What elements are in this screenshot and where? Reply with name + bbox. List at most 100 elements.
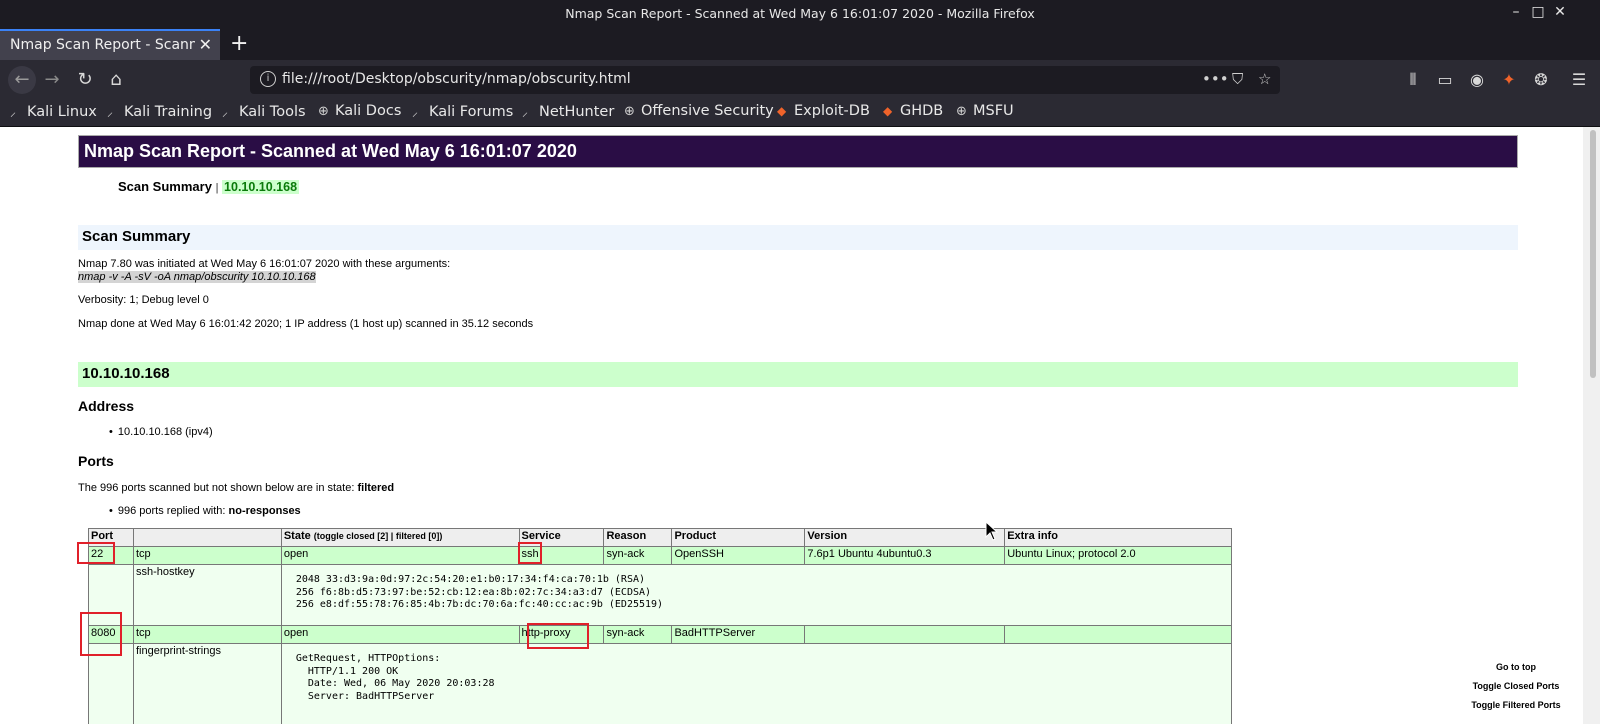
bookmark-kali-linux[interactable]: ⸝ Kali Linux bbox=[10, 103, 97, 120]
version-cell bbox=[804, 625, 1006, 644]
ports-reply-text: 996 ports replied with: bbox=[117, 505, 226, 517]
page-actions-icon[interactable]: ••• bbox=[1202, 70, 1229, 88]
menu-hamburger-icon[interactable]: ☰ bbox=[1568, 70, 1590, 89]
menu-separator: | bbox=[215, 182, 219, 194]
close-window-icon[interactable]: ✕ bbox=[1550, 4, 1570, 20]
menu-host-link[interactable]: 10.10.10.168 bbox=[222, 180, 300, 194]
maximize-icon[interactable]: □ bbox=[1528, 4, 1548, 20]
table-row: 22 tcp open ssh syn-ack OpenSSH 7.6p1 Ub… bbox=[88, 546, 1232, 565]
bookmark-nethunter[interactable]: ⸝ NetHunter bbox=[522, 103, 614, 120]
window-titlebar: Nmap Scan Report - Scanned at Wed May 6 … bbox=[0, 0, 1600, 28]
host-title: 10.10.10.168 bbox=[82, 365, 170, 382]
script-output-cell: GetRequest, HTTPOptions: HTTP/1.1 200 OK… bbox=[280, 643, 1233, 724]
bookmark-label: NetHunter bbox=[539, 104, 615, 120]
url-text[interactable]: file:///root/Desktop/obscurity/nmap/obsc… bbox=[282, 71, 631, 87]
ports-table: Port State (toggle closed [2] | filtered… bbox=[88, 528, 1233, 724]
ports-reply-value: no-responses bbox=[228, 505, 301, 517]
tab-strip: Nmap Scan Report - Scanned at Wed May 6 … bbox=[0, 28, 1600, 60]
product-cell: OpenSSH bbox=[671, 546, 806, 565]
scan-arguments: nmap -v -A -sV -oA nmap/obscurity 10.10.… bbox=[78, 271, 316, 283]
col-reason: Reason bbox=[603, 528, 673, 547]
highlight-box-http-proxy bbox=[527, 623, 589, 649]
scrollbar-thumb[interactable] bbox=[1590, 130, 1596, 378]
col-version: Version bbox=[804, 528, 1006, 547]
home-icon[interactable]: ⌂ bbox=[104, 68, 128, 92]
bookmark-kali-forums[interactable]: ⸝ Kali Forums bbox=[412, 103, 513, 120]
script-output-cell: 2048 33:d3:9a:0d:97:2c:54:20:e1:b0:17:34… bbox=[280, 564, 1233, 626]
globe-icon: ⊕ bbox=[318, 104, 329, 119]
protocol-cell: tcp bbox=[132, 625, 282, 644]
script-output: 2048 33:d3:9a:0d:97:2c:54:20:e1:b0:17:34… bbox=[295, 574, 664, 610]
exploitdb-icon: ◆ bbox=[777, 104, 787, 118]
back-arrow-icon[interactable]: ← bbox=[8, 66, 36, 94]
sidebar-icon[interactable]: ▭ bbox=[1434, 70, 1456, 89]
ports-note: The 996 ports scanned but not shown belo… bbox=[78, 482, 394, 494]
cookie-extension-icon[interactable]: ❂ bbox=[1530, 70, 1552, 89]
script-row: ssh-hostkey 2048 33:d3:9a:0d:97:2c:54:20… bbox=[88, 564, 1233, 626]
bookmark-label: Kali Linux bbox=[27, 104, 97, 120]
col-extra-info: Extra info bbox=[1004, 528, 1232, 547]
new-tab-icon[interactable]: + bbox=[230, 31, 248, 56]
report-menu: Scan Summary | 10.10.10.168 bbox=[118, 179, 300, 194]
bookmark-kali-docs[interactable]: ⊕ Kali Docs bbox=[318, 103, 401, 119]
version-cell: 7.6p1 Ubuntu 4ubuntu0.3 bbox=[804, 546, 1006, 565]
bookmark-star-icon[interactable]: ☆ bbox=[1258, 70, 1271, 88]
url-bar[interactable]: i file:///root/Desktop/obscurity/nmap/ob… bbox=[250, 66, 1280, 94]
page-content: Nmap Scan Report - Scanned at Wed May 6 … bbox=[0, 127, 1583, 724]
address-item: 10.10.10.168 (ipv4) bbox=[109, 426, 213, 438]
kali-dragon-icon: ⸝ bbox=[222, 105, 229, 119]
bookmark-ghdb[interactable]: ◆ GHDB bbox=[883, 103, 943, 119]
protocol-cell: tcp bbox=[132, 546, 282, 565]
tab-nmap-report[interactable]: Nmap Scan Report - Scanned at Wed May 6 … bbox=[0, 29, 220, 60]
script-row: fingerprint-strings GetRequest, HTTPOpti… bbox=[88, 643, 1233, 724]
bookmark-kali-training[interactable]: ⸝ Kali Training bbox=[107, 103, 212, 120]
bookmark-offensive-security[interactable]: ⊕ Offensive Security bbox=[624, 103, 774, 119]
col-product: Product bbox=[671, 528, 806, 547]
kali-dragon-icon: ⸝ bbox=[10, 105, 17, 119]
bookmark-label: MSFU bbox=[973, 103, 1014, 119]
address-heading: Address bbox=[78, 398, 135, 414]
bookmark-msfu[interactable]: ⊕ MSFU bbox=[956, 103, 1014, 119]
bookmark-label: Kali Training bbox=[124, 104, 213, 120]
ports-heading: Ports bbox=[78, 453, 114, 469]
mouse-cursor-icon bbox=[985, 521, 999, 541]
kali-dragon-icon: ⸝ bbox=[107, 105, 114, 119]
col-state-label: State bbox=[283, 530, 311, 542]
menu-scan-summary-link[interactable]: Scan Summary bbox=[118, 179, 212, 194]
library-icon[interactable]: ⫴ bbox=[1402, 70, 1424, 90]
reason-cell: syn-ack bbox=[603, 546, 673, 565]
table-row: 8080 tcp open http-proxy syn-ack BadHTTP… bbox=[88, 625, 1232, 644]
exploitdb-icon: ◆ bbox=[883, 104, 893, 118]
bookmark-label: Offensive Security bbox=[641, 103, 774, 119]
highlight-box-ssh bbox=[518, 542, 542, 564]
minimize-icon[interactable]: – bbox=[1506, 4, 1526, 20]
scan-summary-title: Scan Summary bbox=[82, 228, 191, 245]
extension-icon[interactable]: ✦ bbox=[1498, 70, 1520, 89]
page-info-icon[interactable]: i bbox=[260, 71, 276, 87]
reason-cell: syn-ack bbox=[603, 625, 673, 644]
toggle-filtered-ports-link[interactable]: Toggle Filtered Ports bbox=[1456, 700, 1576, 710]
tab-close-icon[interactable]: ✕ bbox=[199, 35, 212, 54]
bookmark-exploit-db[interactable]: ◆ Exploit-DB bbox=[777, 103, 870, 119]
tab-title: Nmap Scan Report - Scanned at Wed May 6 … bbox=[10, 37, 195, 53]
bookmark-label: GHDB bbox=[900, 103, 944, 119]
state-cell: open bbox=[280, 546, 520, 565]
table-header-row: Port State (toggle closed [2] | filtered… bbox=[88, 528, 1232, 547]
bookmark-kali-tools[interactable]: ⸝ Kali Tools bbox=[222, 103, 306, 120]
scan-initiated-text: Nmap 7.80 was initiated at Wed May 6 16:… bbox=[78, 258, 451, 270]
bookmark-label: Kali Forums bbox=[429, 104, 514, 120]
col-protocol bbox=[132, 528, 282, 547]
verbosity-text: Verbosity: 1; Debug level 0 bbox=[78, 294, 209, 306]
reload-icon[interactable]: ↻ bbox=[73, 68, 97, 92]
pocket-icon[interactable]: ⛉ bbox=[1232, 70, 1243, 88]
scan-done-text: Nmap done at Wed May 6 16:01:42 2020; 1 … bbox=[78, 318, 534, 330]
toggle-closed-ports-link[interactable]: Toggle Closed Ports bbox=[1456, 681, 1576, 691]
forward-arrow-icon[interactable]: → bbox=[40, 68, 64, 92]
account-icon[interactable]: ◉ bbox=[1466, 70, 1488, 89]
bookmarks-toolbar: ⸝ Kali Linux ⸝ Kali Training ⸝ Kali Tools ⊕… bbox=[0, 100, 1600, 127]
script-name-cell: fingerprint-strings bbox=[132, 643, 282, 724]
toggle-closed-filtered-link[interactable]: (toggle closed [2] | filtered [0]) bbox=[314, 531, 443, 541]
go-to-top-link[interactable]: Go to top bbox=[1456, 662, 1576, 672]
state-cell: open bbox=[280, 625, 520, 644]
report-header: Nmap Scan Report - Scanned at Wed May 6 … bbox=[78, 135, 1518, 168]
